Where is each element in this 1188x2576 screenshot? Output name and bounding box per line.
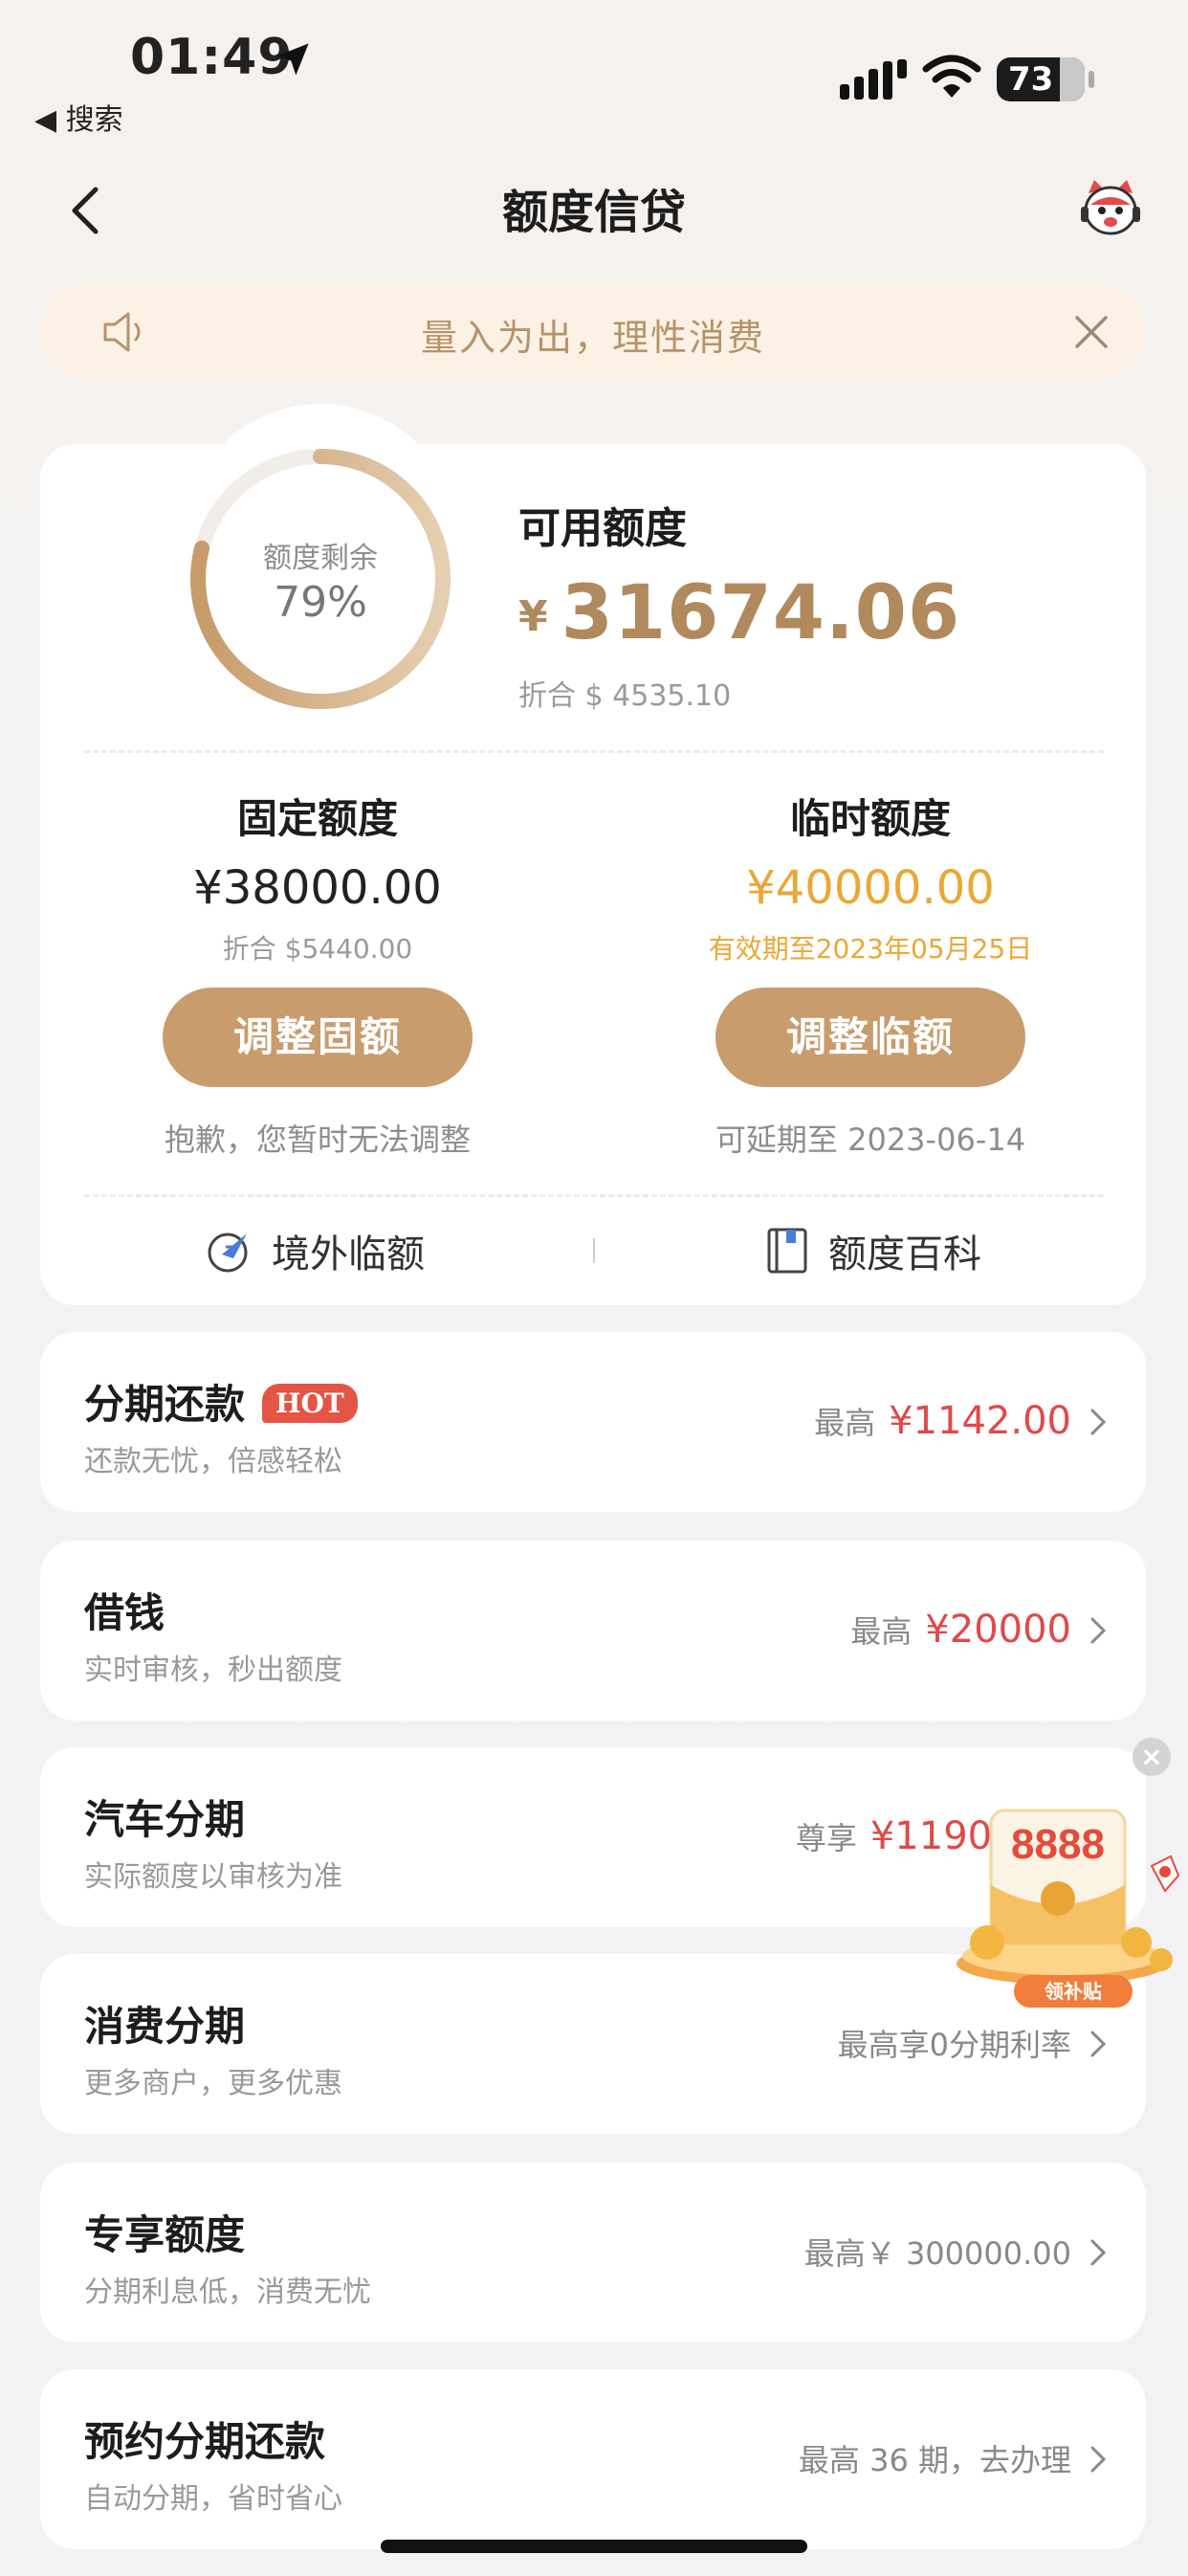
list-item-scheduled-installment[interactable]: 预约分期还款 自动分期，省时省心 最高 36 期，去办理 — [40, 2369, 1146, 2549]
book-icon — [767, 1228, 807, 1274]
notice-text: 量入为出，理性消费 — [420, 317, 765, 359]
wifi-icon — [922, 55, 981, 98]
divider — [84, 750, 1104, 753]
row-title: 汽车分期 — [84, 1796, 246, 1843]
adjust-fixed-button[interactable]: 调整固额 — [163, 988, 473, 1087]
fixed-credit-usd: 折合 $5440.00 — [222, 933, 413, 965]
promo-number: 8888 — [1011, 1821, 1105, 1868]
divider — [593, 1238, 595, 1263]
quick-left-label: 境外临额 — [272, 1232, 425, 1277]
location-arrow-icon — [276, 43, 309, 76]
row-subtitle: 还款无忧，倍感轻松 — [84, 1445, 342, 1478]
quick-right-label: 额度百科 — [828, 1232, 981, 1277]
claim-subsidy-button[interactable]: 领补贴 — [1014, 1975, 1133, 2008]
row-subtitle: 自动分期，省时省心 — [84, 2482, 342, 2516]
list-item-borrow[interactable]: 借钱 实时审核，秒出额度 最高 ¥20000 — [40, 1541, 1146, 1721]
credit-wiki-link[interactable]: 额度百科 — [761, 1217, 981, 1284]
temp-credit-title: 临时额度 — [789, 795, 951, 842]
battery-level: 73 — [1008, 60, 1054, 99]
row-value: 最高享0分期利率 — [837, 2027, 1071, 2063]
available-credit-amount: ¥31674.06 — [518, 570, 960, 656]
temp-credit-note: 可延期至 2023-06-14 — [715, 1121, 1026, 1158]
chevron-right-icon — [1090, 1617, 1107, 1644]
overseas-temp-credit-link[interactable]: 境外临额 — [205, 1217, 425, 1284]
notice-banner: 量入为出，理性消费 — [40, 283, 1146, 381]
row-value: 最高￥ 300000.00 — [803, 2235, 1071, 2272]
assistant-mascot-icon[interactable] — [1077, 174, 1144, 241]
chevron-right-icon — [1090, 2239, 1107, 2266]
row-title: 预约分期还款 — [84, 2418, 326, 2465]
status-time: 01:49 — [130, 29, 294, 86]
row-subtitle: 分期利息低，消费无忧 — [84, 2276, 371, 2309]
currency-symbol: ¥ — [518, 592, 548, 641]
available-amount-value: 31674.06 — [561, 570, 961, 656]
temp-credit-amount: ¥40000.00 — [746, 861, 995, 915]
battery-indicator: 73 — [997, 57, 1094, 101]
page-title: 额度信贷 — [501, 186, 686, 239]
row-title: 分期还款 HOT — [84, 1372, 358, 1431]
chevron-right-icon — [1090, 2446, 1107, 2473]
row-title: 借钱 — [84, 1589, 165, 1636]
list-item-installment-repay[interactable]: 分期还款 HOT 还款无忧，倍感轻松 最高 ¥1142.00 — [40, 1332, 1146, 1512]
available-credit-label: 可用额度 — [518, 504, 687, 553]
ring-label: 额度剩余 — [263, 542, 378, 575]
adjust-temp-button[interactable]: 调整临额 — [715, 988, 1025, 1087]
list-item-exclusive-credit[interactable]: 专享额度 分期利息低，消费无忧 最高￥ 300000.00 — [40, 2163, 1146, 2343]
row-title: 消费分期 — [84, 2003, 246, 2050]
row-subtitle: 实时审核，秒出额度 — [84, 1654, 342, 1687]
hot-badge: HOT — [262, 1384, 358, 1423]
fixed-credit-title: 固定额度 — [236, 795, 398, 842]
available-usd-equivalent: 折合 $ 4535.10 — [518, 679, 732, 713]
close-icon[interactable] — [1071, 312, 1111, 352]
status-bar: 01:49 ◀ 搜索 73 — [0, 0, 1188, 144]
row-value: 最高 ¥1142.00 — [814, 1399, 1071, 1443]
home-indicator[interactable] — [381, 2540, 807, 2553]
temp-credit-expiry: 有效期至2023年05月25日 — [708, 933, 1033, 965]
row-title: 专享额度 — [84, 2211, 246, 2258]
cellular-signal-icon — [840, 59, 907, 100]
back-to-app-link[interactable]: ◀ 搜索 — [34, 96, 123, 138]
row-subtitle: 更多商户，更多优惠 — [84, 2067, 342, 2100]
chevron-right-icon — [1090, 1409, 1107, 1435]
ring-percent: 79% — [274, 578, 367, 627]
fixed-credit-amount: ¥38000.00 — [193, 861, 442, 915]
divider — [84, 1194, 1104, 1197]
nav-bar: 额度信贷 — [0, 163, 1188, 249]
chevron-right-icon — [1090, 2031, 1107, 2057]
fixed-credit-note: 抱歉，您暂时无法调整 — [164, 1121, 471, 1158]
row-value: 最高 36 期，去办理 — [798, 2442, 1071, 2478]
row-subtitle: 实际额度以审核为准 — [84, 1860, 342, 1894]
plane-globe-icon — [208, 1232, 248, 1273]
promo-close-button[interactable]: × — [1133, 1738, 1171, 1776]
row-value: 最高 ¥20000 — [850, 1608, 1071, 1652]
